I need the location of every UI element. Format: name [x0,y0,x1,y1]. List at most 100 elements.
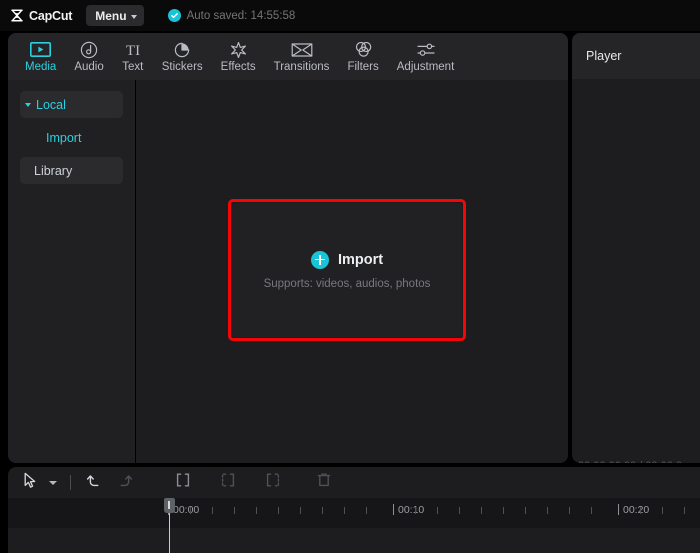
ruler-tick [234,507,235,514]
timeline-panel: 00:00 00:10 00:20 [8,467,700,553]
chevron-down-icon [130,14,137,19]
check-circle-icon [167,9,181,22]
ruler-label: 00:00 [173,504,200,516]
trim-left-icon [220,472,236,493]
ruler-tick [256,507,257,514]
sidebar-item-label: Local [36,97,66,112]
ruler-tick [322,507,323,514]
tab-label: Filters [347,61,379,73]
trim-left-button[interactable] [213,468,242,497]
effects-icon [229,40,248,59]
app-name: CapCut [29,8,73,23]
ruler-tick [525,507,526,514]
playhead-handle[interactable] [164,498,175,513]
ruler-tick [684,507,685,514]
ruler-tick [662,507,663,514]
tab-audio[interactable]: Audio [65,33,112,80]
sidebar-item-label: Library [34,163,73,178]
redo-icon [115,472,133,493]
text-icon: TI [122,40,144,59]
ruler-tick [591,507,592,514]
tab-stickers[interactable]: Stickers [153,33,212,80]
menu-button-label: Menu [95,8,127,23]
player-panel: Player 00:00:00:00 / 00:00:0 [572,33,700,463]
ruler-tick [437,507,438,514]
app-logo: CapCut [10,9,72,23]
tab-label: Transitions [273,61,330,73]
media-sidebar: Local Import Library [8,80,136,463]
split-button[interactable] [168,468,197,497]
timeline-toolbar [8,467,700,498]
tab-label: Audio [74,61,104,73]
ruler-tick [344,507,345,514]
select-tool-button[interactable] [16,468,45,497]
svg-text:TI: TI [126,43,140,58]
sidebar-item-label: Import [46,130,82,145]
audio-icon [80,40,98,59]
menu-button[interactable]: Menu [86,5,144,26]
ruler-tick [640,507,641,514]
trim-right-button[interactable] [258,468,287,497]
tab-media[interactable]: Media [16,33,65,80]
ruler-tick [212,507,213,514]
redo-button[interactable] [109,468,138,497]
ruler-label: 00:20 [623,504,650,516]
tab-label: Effects [220,61,256,73]
select-tool-dropdown[interactable] [45,468,61,497]
undo-icon [86,472,104,493]
tab-label: Media [25,61,57,73]
player-header: Player [572,33,700,79]
ruler-tick-major [618,504,619,515]
transitions-icon [291,40,313,59]
autosave-text: Auto saved: 14:55:58 [186,9,296,22]
ruler-tick [503,507,504,514]
sidebar-item-local[interactable]: Local [20,91,123,118]
tab-transitions[interactable]: Transitions [265,33,339,80]
ruler-tick [415,507,416,514]
tab-bar: Media Audio TI Text Stickers Effects Tra… [8,33,568,80]
ruler-tick [481,507,482,514]
tab-effects[interactable]: Effects [212,33,265,80]
player-title: Player [586,49,622,63]
sidebar-item-library[interactable]: Library [20,157,123,184]
trim-right-icon [265,472,281,493]
cursor-icon [23,472,38,494]
player-timecode: 00:00:00:00 / 00:00:0 [578,460,682,463]
ruler-tick [366,507,367,514]
sidebar-item-import[interactable]: Import [20,124,123,151]
tab-label: Stickers [161,61,203,73]
tab-label: Adjustment [396,61,455,73]
media-icon [30,40,52,59]
tab-filters[interactable]: Filters [338,33,387,80]
filters-icon [354,40,373,59]
tab-text[interactable]: TI Text [113,33,153,80]
capcut-logo-icon [10,9,24,22]
capcut-window: CapCut Menu Auto saved: 14:55:58 Media A… [0,0,700,553]
ruler-tick [300,507,301,514]
ruler-tick [278,507,279,514]
caret-down-icon [25,102,31,107]
split-icon [175,472,191,493]
ruler-tick [459,507,460,514]
timeline-ruler[interactable]: 00:00 00:10 00:20 [8,498,700,528]
tab-adjustment[interactable]: Adjustment [388,33,464,80]
stickers-icon [173,40,191,59]
toolbar-divider [70,475,71,490]
timeline-tracks[interactable] [8,528,700,553]
ruler-tick [569,507,570,514]
import-highlight-box [228,199,466,341]
title-bar: CapCut Menu Auto saved: 14:55:58 [0,0,700,31]
playhead[interactable] [164,498,175,553]
adjustment-icon [416,40,436,59]
player-stage[interactable] [572,79,700,439]
ruler-tick [547,507,548,514]
autosave-status: Auto saved: 14:55:58 [167,9,296,22]
chevron-down-icon [49,480,57,485]
ruler-tick [190,507,191,514]
trash-icon [316,472,332,493]
ruler-label: 00:10 [398,504,425,516]
delete-button[interactable] [309,468,338,497]
tab-label: Text [122,61,144,73]
undo-button[interactable] [80,468,109,497]
ruler-tick-major [393,504,394,515]
